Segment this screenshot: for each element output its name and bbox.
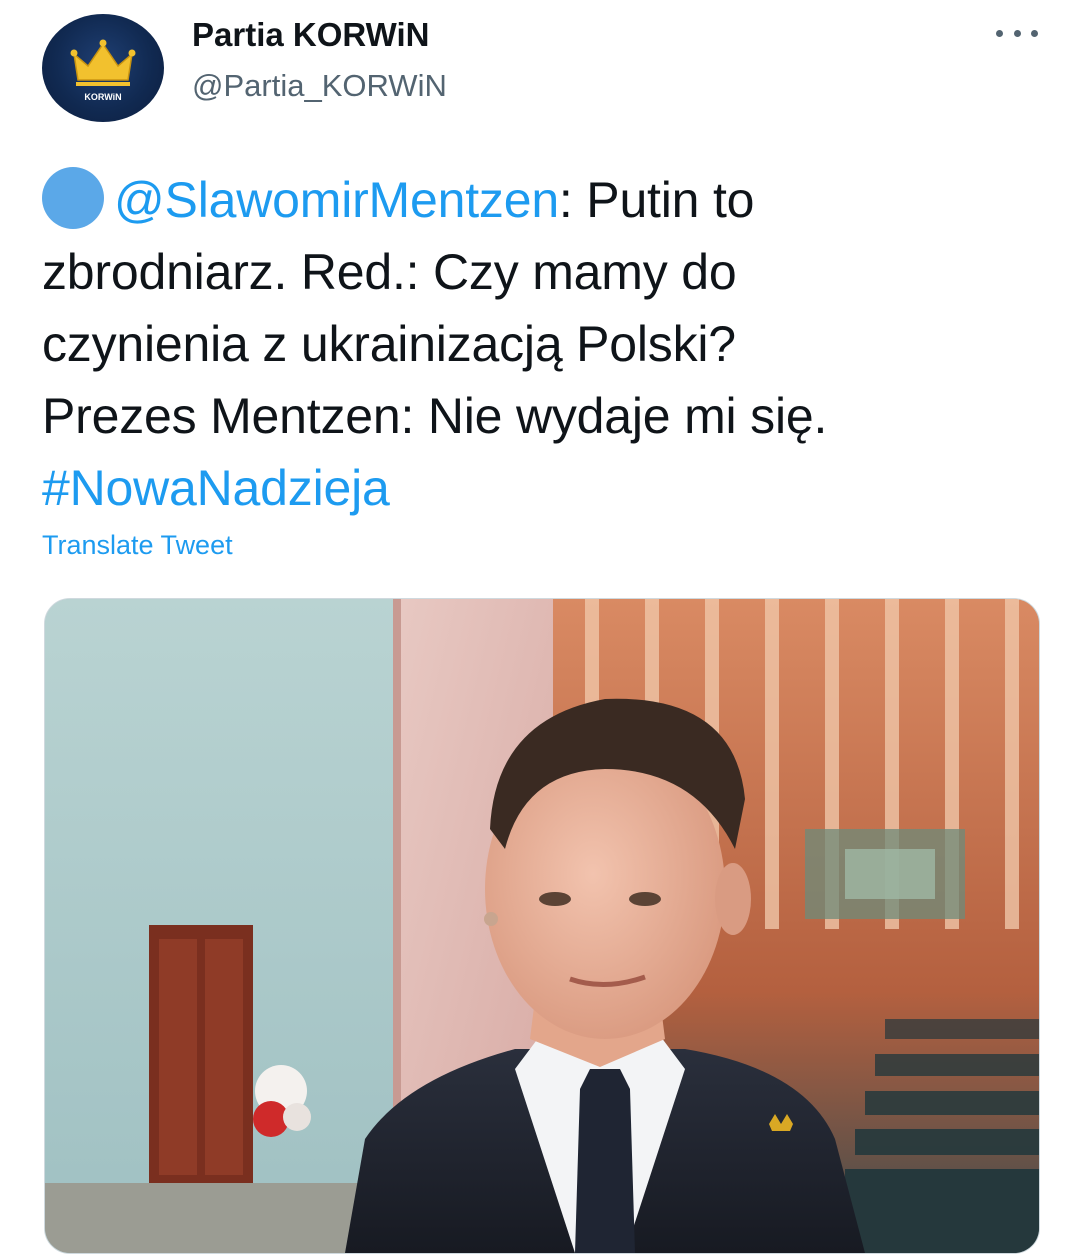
tweet: KORWiN Partia KORWiN @Partia_KORWiN @Sla…: [0, 0, 1080, 1257]
tweet-text-line: #NowaNadzieja: [42, 452, 1042, 524]
more-horizontal-icon: [1013, 29, 1021, 37]
mention-link[interactable]: @SlawomirMentzen: [114, 172, 559, 228]
more-horizontal-icon: [996, 29, 1003, 37]
avatar-logo-text: KORWiN: [84, 92, 121, 102]
display-name[interactable]: Partia KORWiN: [192, 16, 429, 54]
translate-tweet-link[interactable]: Translate Tweet: [42, 530, 233, 561]
avatar[interactable]: KORWiN: [42, 14, 164, 122]
blue-circle-emoji-icon: [42, 167, 104, 229]
photo-illustration: [45, 599, 1039, 1253]
tweet-text-line: Prezes Mentzen: Nie wydaje mi się.: [42, 388, 828, 444]
tweet-media-photo[interactable]: [44, 598, 1040, 1254]
more-options-button[interactable]: [996, 18, 1038, 48]
tweet-text-line: zbrodniarz. Red.: Czy mamy do: [42, 244, 737, 300]
more-horizontal-icon: [1031, 29, 1038, 37]
user-handle[interactable]: @Partia_KORWiN: [192, 68, 447, 104]
tweet-text-line: czynienia z ukrainizacją Polski?: [42, 316, 736, 372]
tweet-text-line: @SlawomirMentzen: Putin to: [42, 164, 1042, 236]
tweet-text-segment: : Putin to: [558, 172, 755, 228]
crown-icon: KORWiN: [70, 39, 136, 102]
hashtag-link[interactable]: #NowaNadzieja: [42, 460, 390, 516]
tweet-text: @SlawomirMentzen: Putin to zbrodniarz. R…: [42, 164, 1042, 524]
